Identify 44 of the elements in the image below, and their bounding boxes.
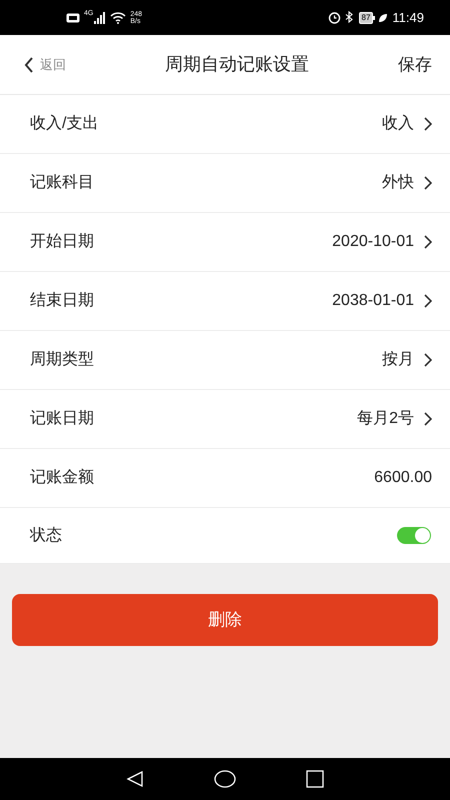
settings-row[interactable]: 收入/支出 收入 [0,95,450,154]
recents-icon[interactable] [306,770,324,788]
row-label: 结束日期 [30,290,94,311]
clock: 11:49 [392,8,424,27]
row-value: 每月2号 [357,409,414,429]
bluetooth-icon [344,11,354,24]
settings-row[interactable]: 记账科目 外快 [0,154,450,213]
chevron-icon [424,412,432,426]
chevron-icon [424,235,432,249]
row-label: 开始日期 [30,232,94,252]
settings-row[interactable]: 记账日期 每月2号 [0,390,450,449]
save-button[interactable]: 保存 [398,52,432,78]
row-label: 收入/支出 [30,114,98,134]
chevron-icon [424,294,432,308]
signal-icon [94,12,106,24]
home-icon[interactable] [214,770,236,788]
row-value: 按月 [382,350,414,370]
row-value: 收入 [382,114,414,134]
row-value: 外快 [382,172,414,193]
settings-row[interactable]: 开始日期 2020-10-01 [0,213,450,272]
page-title: 周期自动记账设置 [165,53,309,76]
back-button[interactable]: 返回 [24,54,66,74]
chevron-icon [424,117,432,131]
hd-icon [66,12,80,22]
wifi-icon [110,12,126,24]
status-toggle[interactable] [397,527,431,544]
settings-row[interactable]: 周期类型 按月 [0,331,450,390]
chevron-icon [424,176,432,190]
battery-indicator: 87 [358,12,376,24]
back-icon[interactable] [126,770,144,788]
row-label: 记账科目 [30,173,94,193]
leaf-icon [378,12,388,22]
row-value: 2038-01-01 [332,291,414,311]
amount-value: 6600.00 [374,468,432,488]
row-label: 状态 [30,526,62,546]
chevron-icon [424,353,432,367]
row-label: 记账金额 [30,468,94,488]
alarm-icon [328,11,341,24]
settings-row[interactable]: 结束日期 2038-01-01 [0,272,450,331]
delete-button[interactable]: 删除 [12,594,438,646]
row-label: 周期类型 [30,350,94,370]
row-value: 2020-10-01 [332,232,414,252]
row-label: 记账日期 [30,409,94,429]
back-chevron-icon [24,56,34,72]
